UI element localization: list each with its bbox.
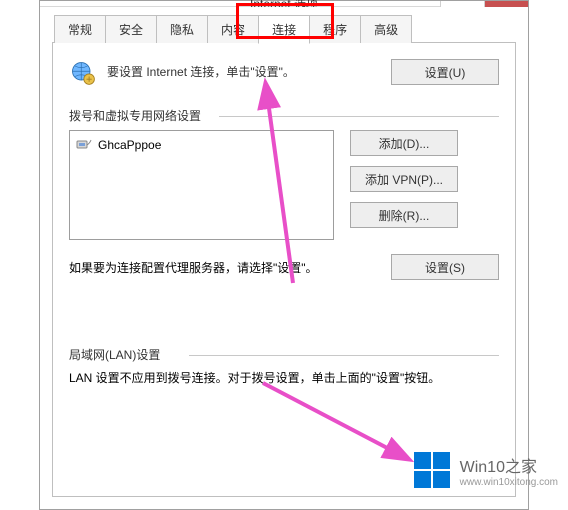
- dial-buttons: 添加(D)... 添加 VPN(P)... 删除(R)...: [350, 130, 458, 228]
- list-item-label: GhcaPppoe: [98, 138, 161, 152]
- client-area: 常规 安全 隐私 内容 连接 程序 高级 要: [40, 7, 528, 509]
- watermark: Win10之家 www.win10xitong.com: [412, 450, 558, 490]
- dial-settings-button[interactable]: 设置(S): [391, 254, 499, 280]
- tab-content[interactable]: 内容: [207, 15, 259, 43]
- tab-connections[interactable]: 连接: [258, 15, 310, 44]
- globe-icon: [69, 59, 97, 87]
- add-button[interactable]: 添加(D)...: [350, 130, 458, 156]
- lan-row: LAN 设置不应用到拨号连接。对于拨号设置，单击上面的"设置"按钮。: [69, 369, 499, 388]
- lan-text: LAN 设置不应用到拨号连接。对于拨号设置，单击上面的"设置"按钮。: [69, 369, 499, 388]
- dial-listbox[interactable]: GhcaPppoe: [69, 130, 334, 240]
- dial-section-label: 拨号和虚拟专用网络设置: [69, 107, 499, 124]
- internet-options-window: Internet 选项 ? × 常规 安全 隐私 内容 连接 程序 高级: [39, 0, 529, 510]
- add-vpn-button[interactable]: 添加 VPN(P)...: [350, 166, 458, 192]
- proxy-row: 如果要为连接配置代理服务器，请选择"设置"。 设置(S): [69, 254, 499, 280]
- tab-advanced[interactable]: 高级: [360, 15, 412, 43]
- tab-general[interactable]: 常规: [54, 15, 106, 43]
- tab-privacy[interactable]: 隐私: [156, 15, 208, 43]
- proxy-text: 如果要为连接配置代理服务器，请选择"设置"。: [69, 259, 375, 276]
- dial-row: GhcaPppoe 添加(D)... 添加 VPN(P)... 删除(R)...: [69, 130, 499, 240]
- tab-programs[interactable]: 程序: [309, 15, 361, 43]
- annotation-arrow-2: [253, 373, 413, 476]
- tab-strip: 常规 安全 隐私 内容 连接 程序 高级: [54, 15, 516, 43]
- tab-security[interactable]: 安全: [105, 15, 157, 43]
- remove-button[interactable]: 删除(R)...: [350, 202, 458, 228]
- watermark-line1: Win10之家: [460, 453, 558, 477]
- lan-section: 局域网(LAN)设置 LAN 设置不应用到拨号连接。对于拨号设置，单击上面的"设…: [69, 346, 499, 388]
- list-item[interactable]: GhcaPppoe: [74, 135, 329, 155]
- windows-logo-icon: [412, 450, 452, 490]
- tab-panel: 要设置 Internet 连接，单击"设置"。 设置(U) 拨号和虚拟专用网络设…: [52, 42, 516, 497]
- connection-icon: [76, 137, 92, 153]
- lan-section-label: 局域网(LAN)设置: [69, 346, 499, 363]
- setup-row: 要设置 Internet 连接，单击"设置"。 设置(U): [69, 59, 499, 87]
- watermark-line2: www.win10xitong.com: [460, 477, 558, 488]
- setup-button[interactable]: 设置(U): [391, 59, 499, 85]
- setup-text: 要设置 Internet 连接，单击"设置"。: [107, 59, 381, 80]
- watermark-text: Win10之家 www.win10xitong.com: [460, 453, 558, 488]
